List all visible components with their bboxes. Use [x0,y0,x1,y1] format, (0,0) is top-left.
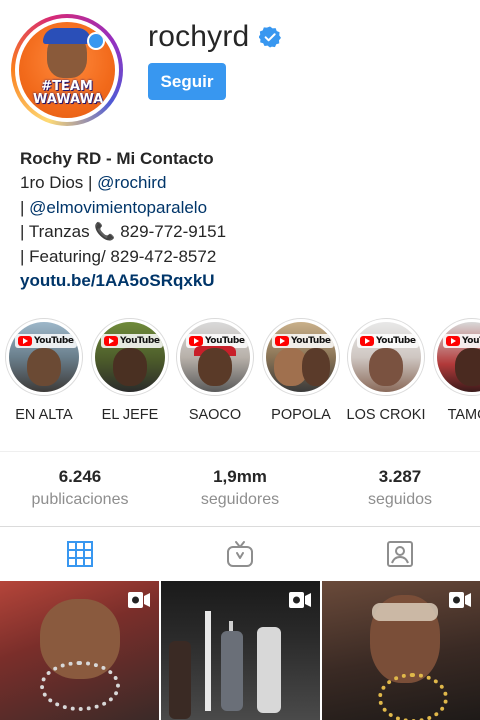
youtube-icon: YouTube [357,334,419,348]
follow-button[interactable]: Seguir [148,63,226,100]
tab-tagged[interactable] [320,527,480,581]
highlight-en-alta[interactable]: YouTube EN ALTA [1,318,87,423]
posts-grid [0,581,480,720]
youtube-icon: YouTube [15,334,77,348]
post-thumbnail[interactable] [161,581,320,720]
stat-value: 3.287 [378,467,422,486]
highlight-label: EN ALTA [15,407,73,423]
highlight-los-croki[interactable]: YouTube LOS CROKI [343,318,429,423]
video-icon [289,592,311,608]
tab-igtv[interactable] [160,527,320,581]
youtube-icon: YouTube [272,334,334,348]
bio-line: | @elmovimientoparalelo [20,197,208,217]
video-icon [128,592,150,608]
avatar-image: #TEAM WAWAWA [19,22,115,118]
bio-mention-rochird[interactable]: @rochird [97,173,166,192]
highlight-label: SAOCO [188,407,242,423]
stat-label: publicaciones [31,491,129,508]
highlight-popola[interactable]: YouTube POPOLA [258,318,344,423]
tab-posts-grid[interactable] [0,527,160,581]
highlight-label: POPOLA [271,407,331,423]
video-icon [449,592,471,608]
verified-badge-icon [259,26,282,48]
youtube-icon: YouTube [101,334,163,348]
profile-header: #TEAM WAWAWA rochyrd Seguir [0,0,480,140]
bio-line-featuring: | Featuring/ 829-472-8572 [20,246,217,266]
divider [0,451,480,452]
bio-line-tranzas: | Tranzas 📞 829-772-9151 [20,222,227,242]
igtv-icon [227,541,253,567]
bio-line: 1ro Dios | @rochird [20,173,167,193]
highlight-saoco[interactable]: YouTube SAOCO [172,318,258,423]
highlight-label: EL JEFE [101,407,159,423]
stat-value: 6.246 [58,467,102,486]
post-thumbnail[interactable] [322,581,480,720]
bio-full-name: Rochy RD - Mi Contacto [20,149,214,168]
story-highlights: YouTube EN ALTA YouTube EL JEFE YouTube … [0,318,480,428]
bio-external-link[interactable]: youtu.be/1AA5oSRqxkU [20,269,460,293]
stat-followers[interactable]: 1,9mm seguidores [160,466,320,512]
avatar-logo-text: #TEAM WAWAWA [33,79,104,107]
stat-label: seguidos [367,491,433,508]
stat-following[interactable]: 3.287 seguidos [320,466,480,512]
profile-tabs [0,527,480,581]
username: rochyrd [148,20,250,53]
highlight-tamo[interactable]: YouTube TAMO I [429,318,480,423]
grid-icon [67,541,93,567]
youtube-icon: YouTube [443,334,480,348]
avatar-verified-icon [87,32,105,50]
stat-posts: 6.246 publicaciones [0,466,160,512]
stat-label: seguidores [200,491,280,508]
stat-value: 1,9mm [213,467,267,486]
bio-mention-elmovimientoparalelo[interactable]: @elmovimientoparalelo [29,198,207,217]
profile-stats: 6.246 publicaciones 1,9mm seguidores 3.2… [0,466,480,512]
username-row: rochyrd [148,20,282,54]
tagged-icon [387,541,413,567]
highlight-el-jefe[interactable]: YouTube EL JEFE [87,318,173,423]
profile-avatar[interactable]: #TEAM WAWAWA [11,14,123,126]
profile-bio: Rochy RD - Mi Contacto 1ro Dios | @rochi… [20,147,460,293]
highlight-label: TAMO I [447,407,480,423]
post-thumbnail[interactable] [0,581,159,720]
highlight-label: LOS CROKI [346,407,426,423]
